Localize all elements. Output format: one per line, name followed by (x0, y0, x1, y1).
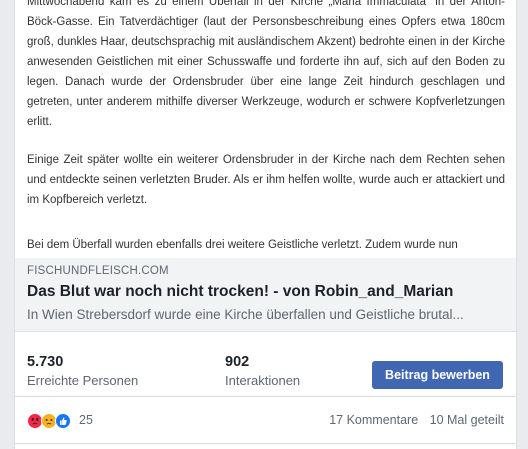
article-paragraph: Einige Zeit später wollte ein weiterer O… (27, 154, 505, 206)
like-icon (55, 413, 71, 429)
link-description: In Wien Strebersdorf wurde eine Kirche ü… (27, 307, 464, 322)
reaction-count[interactable]: 25 (79, 413, 93, 427)
comments-count[interactable]: 17 Kommentare (329, 413, 418, 427)
engagement-stat[interactable]: 902 Interaktionen (225, 354, 300, 388)
reactions-bar: 25 17 Kommentare 10 Mal geteilt (15, 397, 516, 444)
engagement-label: Interaktionen (225, 373, 301, 388)
article-image[interactable]: Mittwochabend kam es zu einem Überfall i… (15, 0, 516, 259)
reach-value: 5.730 (27, 354, 64, 370)
boost-post-button[interactable]: Beitrag bewerben (372, 361, 503, 389)
engagement-value: 902 (225, 354, 250, 370)
post-insights: 5.730 Erreichte Personen 902 Interaktion… (15, 332, 516, 397)
article-paragraph: Bei dem Überfall wurden ebenfalls drei w… (27, 239, 458, 251)
engagement-summary: 17 Kommentare 10 Mal geteilt (321, 413, 504, 427)
post-card: Mittwochabend kam es zu einem Überfall i… (14, 0, 517, 449)
reach-label: Erreichte Personen (27, 373, 139, 388)
shares-count[interactable]: 10 Mal geteilt (430, 413, 504, 427)
link-domain: FISCHUNDFLEISCH.COM (27, 265, 169, 277)
article-paragraph: Mittwochabend kam es zu einem Überfall i… (27, 0, 505, 128)
link-title[interactable]: Das Blut war noch nicht trocken! - von R… (27, 283, 453, 301)
link-preview[interactable]: FISCHUNDFLEISCH.COM Das Blut war noch ni… (15, 258, 516, 332)
reach-stat[interactable]: 5.730 Erreichte Personen (27, 354, 138, 388)
